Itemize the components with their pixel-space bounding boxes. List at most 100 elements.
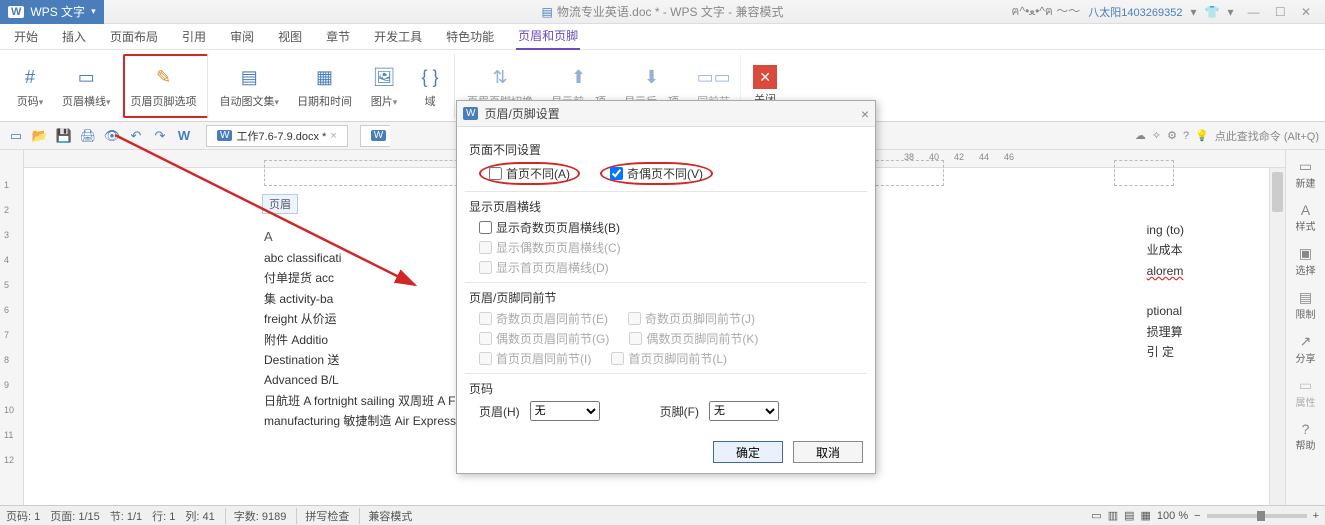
checkbox-input — [479, 261, 492, 274]
close-button[interactable]: ✕ — [1295, 5, 1317, 19]
help-icon[interactable]: ? — [1183, 130, 1189, 142]
next-icon: ⬇ — [638, 63, 666, 91]
zoom-value[interactable]: 100 % — [1157, 510, 1188, 522]
window-controls: — ☐ ✕ — [1241, 5, 1317, 19]
checkbox-input[interactable] — [479, 221, 492, 234]
switch-icon: ⇅ — [486, 63, 514, 91]
checkbox-odd-footer-same: 奇数页页脚同前节(J) — [628, 310, 755, 327]
right-text-fragment: ing (to) 业成本 alorem ptional 损理算 引 定 — [1147, 220, 1184, 362]
decoration-cat-icon: ฅ^•ﻌ•^ฅ ～～ — [1011, 2, 1080, 21]
gear-icon[interactable]: ⚙ — [1167, 129, 1177, 142]
tab-review[interactable]: 审阅 — [228, 24, 256, 49]
share-icon: ↗ — [1300, 333, 1312, 350]
window-title: ▤ 物流专业英语.doc * - WPS 文字 - 兼容模式 — [541, 3, 783, 20]
status-pages[interactable]: 页面: 1/15 — [50, 508, 100, 524]
status-words[interactable]: 字数: 9189 — [225, 508, 287, 524]
document-tab-2[interactable]: W 物 — [360, 125, 390, 147]
print-icon[interactable]: 🖨 — [78, 126, 98, 146]
tab-header-footer[interactable]: 页眉和页脚 — [516, 23, 580, 50]
maximize-button[interactable]: ☐ — [1269, 5, 1292, 19]
view-mode-icon[interactable]: ▥ — [1108, 509, 1118, 522]
status-spell[interactable]: 拼写检查 — [296, 508, 349, 524]
ribbon-picture[interactable]: 🖼 图片▾ — [364, 54, 404, 118]
checkbox-odd-even-different[interactable]: 奇偶页不同(V) — [600, 162, 713, 185]
status-page[interactable]: 页码: 1 — [6, 508, 40, 524]
field-icon: { } — [416, 63, 444, 91]
zoom-out-button[interactable]: − — [1194, 510, 1200, 522]
open-icon[interactable]: 📂 — [30, 126, 50, 146]
chevron-down-icon[interactable]: ▾ — [1227, 5, 1233, 19]
ribbon-datetime[interactable]: ▦ 日期和时间 — [291, 54, 358, 118]
save-icon[interactable]: 💾 — [54, 126, 74, 146]
cloud-icon[interactable]: ☁ — [1135, 129, 1146, 142]
skin-icon[interactable]: ✧ — [1152, 129, 1161, 142]
vertical-scrollbar[interactable] — [1269, 168, 1285, 505]
new-icon[interactable]: ▭ — [6, 126, 26, 146]
app-logo[interactable]: W WPS 文字 ▾ — [0, 0, 104, 24]
zoom-thumb[interactable] — [1257, 511, 1265, 521]
sidebar-new[interactable]: ▭新建 — [1296, 158, 1316, 190]
ok-button[interactable]: 确定 — [713, 441, 783, 463]
footer-pagenum-select[interactable]: 无 — [709, 401, 779, 421]
undo-icon[interactable]: ↶ — [126, 126, 146, 146]
dialog-title-text: 页眉/页脚设置 — [484, 105, 559, 122]
zoom-in-button[interactable]: + — [1313, 510, 1319, 522]
view-mode-icon[interactable]: ▭ — [1091, 509, 1101, 522]
tab-view[interactable]: 视图 — [276, 24, 304, 49]
sidebar-properties[interactable]: ▭属性 — [1296, 377, 1316, 409]
tab-references[interactable]: 引用 — [180, 24, 208, 49]
w-badge-icon: W — [371, 130, 386, 141]
redo-icon[interactable]: ↷ — [150, 126, 170, 146]
close-tab-icon[interactable]: × — [330, 130, 336, 142]
tab-features[interactable]: 特色功能 — [444, 24, 496, 49]
ribbon-field[interactable]: { } 域 — [410, 54, 455, 118]
picture-icon: 🖼 — [370, 63, 398, 91]
status-section[interactable]: 节: 1/1 — [110, 508, 142, 524]
header-pagenum-select[interactable]: 无 — [530, 401, 600, 421]
sidebar-help[interactable]: ?帮助 — [1296, 421, 1316, 452]
doc-tab-label: 工作7.6-7.9.docx * — [236, 128, 326, 144]
view-mode-icon[interactable]: ▤ — [1124, 509, 1134, 522]
ribbon-autotext[interactable]: ▤ 自动图文集▾ — [214, 54, 286, 118]
title-text: 物流专业英语.doc * - WPS 文字 - 兼容模式 — [557, 3, 784, 20]
tab-developer[interactable]: 开发工具 — [372, 24, 424, 49]
tab-page-layout[interactable]: 页面布局 — [108, 24, 160, 49]
checkbox-input — [629, 332, 642, 345]
tab-section[interactable]: 章节 — [324, 24, 352, 49]
page-header-zone-right — [1114, 160, 1174, 186]
dialog-close-button[interactable]: × — [861, 106, 869, 122]
status-line: 行: 1 — [152, 508, 175, 524]
cancel-button[interactable]: 取消 — [793, 441, 863, 463]
preview-icon[interactable]: 👁 — [102, 126, 122, 146]
ribbon-header-footer-options[interactable]: ✎ 页眉页脚选项 — [123, 54, 208, 118]
checkbox-first-page-different[interactable]: 首页不同(A) — [479, 162, 580, 185]
wps-icon[interactable]: W — [174, 126, 194, 146]
menu-bar: 开始 插入 页面布局 引用 审阅 视图 章节 开发工具 特色功能 页眉和页脚 — [0, 24, 1325, 50]
view-mode-icon[interactable]: ▦ — [1141, 509, 1151, 522]
minimize-button[interactable]: — — [1241, 5, 1265, 19]
checkbox-first-header-same: 首页页眉同前节(I) — [479, 350, 591, 367]
link-icon: ▭▭ — [700, 63, 728, 91]
section-page-number: 页码 — [469, 380, 863, 397]
shirt-icon[interactable]: 👕 — [1205, 5, 1220, 19]
user-name[interactable]: 八太阳1403269352 — [1088, 4, 1182, 20]
tab-home[interactable]: 开始 — [12, 24, 40, 49]
dialog-titlebar[interactable]: W 页眉/页脚设置 × — [457, 101, 875, 127]
checkbox-input[interactable] — [489, 167, 502, 180]
chevron-down-icon: ▾ — [91, 6, 96, 17]
tab-insert[interactable]: 插入 — [60, 24, 88, 49]
zoom-slider[interactable] — [1207, 514, 1307, 518]
scrollbar-thumb[interactable] — [1272, 172, 1283, 212]
checkbox-input[interactable] — [610, 167, 623, 180]
checkbox-show-odd-line[interactable]: 显示奇数页页眉横线(B) — [479, 219, 620, 236]
calendar-icon: ▦ — [311, 63, 339, 91]
sidebar-select[interactable]: ▣选择 — [1296, 245, 1316, 277]
ribbon-header-line[interactable]: ▭ 页眉横线▾ — [56, 54, 117, 118]
ribbon-page-number[interactable]: # 页码▾ — [10, 54, 50, 118]
sidebar-styles[interactable]: A样式 — [1296, 202, 1316, 233]
search-hint[interactable]: 点此查找命令 (Alt+Q) — [1215, 128, 1319, 144]
chevron-down-icon[interactable]: ▾ — [1190, 5, 1196, 19]
sidebar-share[interactable]: ↗分享 — [1296, 333, 1316, 365]
sidebar-restrict[interactable]: ▤限制 — [1296, 289, 1316, 321]
document-tab-1[interactable]: W 工作7.6-7.9.docx * × — [206, 125, 348, 147]
